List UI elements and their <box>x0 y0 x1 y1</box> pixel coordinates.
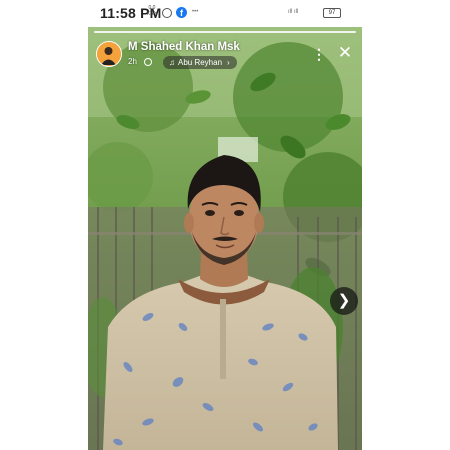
facebook-icon: f <box>176 7 187 18</box>
next-story-button[interactable]: ❯ <box>330 287 358 315</box>
story-viewer[interactable]: M Shahed Khan Msk 2h ♫ Abu Reyhan › ⋮ ✕ ❯ <box>88 27 362 450</box>
signal-strength: ıll ıll <box>288 9 299 15</box>
globe-icon <box>144 58 152 66</box>
avatar[interactable] <box>96 41 122 67</box>
music-label: Abu Reyhan <box>178 58 223 67</box>
close-icon[interactable]: ✕ <box>337 44 353 62</box>
chevron-right-icon: › <box>227 58 230 67</box>
post-time: 2h <box>128 57 137 66</box>
music-attribution-button[interactable]: ♫ Abu Reyhan › <box>163 56 237 69</box>
chevron-right-icon: ❯ <box>337 292 351 309</box>
battery-level: 97 <box>323 8 341 18</box>
story-progress-bar <box>94 31 356 33</box>
author-name[interactable]: M Shahed Khan Msk <box>128 41 240 53</box>
whatsapp-icon <box>162 8 172 18</box>
more-notifications-icon: ••• <box>192 9 199 15</box>
story-photo <box>88 27 362 450</box>
network-speed: 0.0 KB/s <box>146 5 158 17</box>
more-options-icon[interactable]: ⋮ <box>312 45 326 63</box>
music-note-icon: ♫ <box>169 58 175 67</box>
status-bar: 11:58 PM 0.0 KB/s f ••• ıll ıll 97 <box>0 0 450 27</box>
